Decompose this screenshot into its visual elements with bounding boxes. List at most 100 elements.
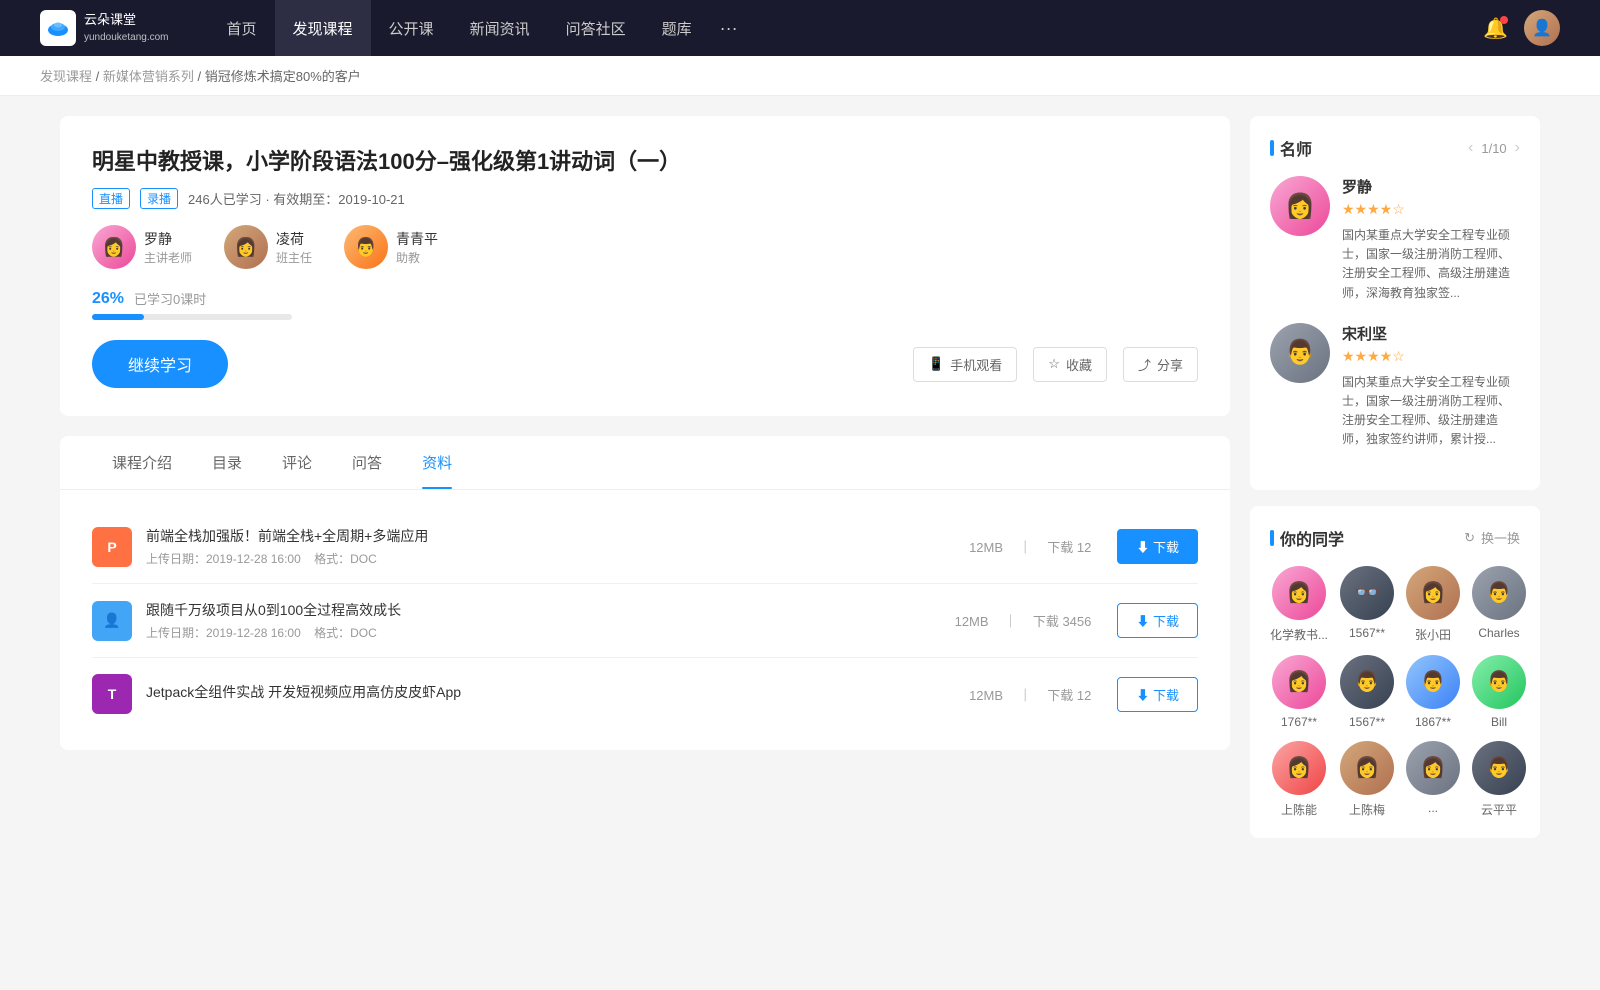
resource-stats-0: 12MB ｜ 下载 12 [963, 537, 1097, 556]
classmate-0: 👩 化学教书... [1270, 566, 1328, 643]
nav-item-qa[interactable]: 问答社区 [548, 0, 644, 56]
download-btn-1[interactable]: ⬇ 下载 [1117, 603, 1198, 638]
teacher-name-1: 凌荷 [276, 229, 312, 249]
resource-icon-2: T [92, 674, 132, 714]
classmate-avatar-11[interactable]: 👨 [1472, 741, 1526, 795]
classmate-2: 👩 张小田 [1406, 566, 1460, 643]
mobile-view-btn[interactable]: 📱 手机观看 [913, 347, 1017, 382]
nav-item-open[interactable]: 公开课 [371, 0, 452, 56]
bell-dot [1500, 16, 1508, 24]
download-btn-0[interactable]: ⬇ 下载 [1117, 529, 1198, 564]
tab-qa[interactable]: 问答 [332, 436, 402, 489]
teacher-avatar-2: 👨 [344, 225, 388, 269]
tabs-section: 课程介绍 目录 评论 问答 资料 P 前端全栈加强版！前端全栈+全周期+多端应用… [60, 436, 1230, 750]
badge-rec: 录播 [140, 188, 178, 209]
progress-pct: 26% [92, 290, 124, 308]
classmate-3: 👨 Charles [1472, 566, 1526, 643]
classmate-avatar-0[interactable]: 👩 [1272, 566, 1326, 620]
progress-desc: 已学习0课时 [134, 289, 206, 308]
resource-size-2: 12MB [969, 688, 1003, 703]
teacher-info-1: 凌荷 班主任 [276, 229, 312, 266]
continue-button[interactable]: 继续学习 [92, 340, 228, 388]
classmate-avatar-4[interactable]: 👩 [1272, 655, 1326, 709]
classmate-avatar-3[interactable]: 👨 [1472, 566, 1526, 620]
nav-right: 🔔 👤 [1483, 10, 1560, 46]
classmate-avatar-7[interactable]: 👨 [1472, 655, 1526, 709]
share-label: 分享 [1157, 355, 1183, 374]
course-title: 明星中教授课，小学阶段语法100分–强化级第1讲动词（一） [92, 144, 1198, 176]
classmate-name-8: 上陈能 [1281, 801, 1317, 818]
action-row: 继续学习 📱 手机观看 ☆ 收藏 ⤴ 分享 [92, 340, 1198, 388]
classmate-name-6: 1867** [1415, 715, 1451, 729]
classmate-avatar-1[interactable]: 👓 [1340, 566, 1394, 620]
resource-size-1: 12MB [955, 614, 989, 629]
classmate-1: 👓 1567** [1340, 566, 1394, 643]
resource-info-2: Jetpack全组件实战 开发短视频应用高仿皮皮虾App [146, 682, 963, 706]
download-btn-2[interactable]: ⬇ 下载 [1117, 677, 1198, 712]
breadcrumb-link-1[interactable]: 发现课程 [40, 69, 92, 84]
classmate-name-0: 化学教书... [1270, 626, 1328, 643]
resource-size-0: 12MB [969, 540, 1003, 555]
mobile-label: 手机观看 [950, 355, 1002, 374]
bell-icon[interactable]: 🔔 [1483, 16, 1508, 41]
nav-prev-icon[interactable]: ‹ [1468, 139, 1473, 157]
logo[interactable]: 云朵课堂yundouketang.com [40, 10, 169, 46]
share-btn[interactable]: ⤴ 分享 [1123, 347, 1198, 382]
nav-item-news[interactable]: 新闻资讯 [452, 0, 548, 56]
classmate-avatar-6[interactable]: 👨 [1406, 655, 1460, 709]
user-avatar[interactable]: 👤 [1524, 10, 1560, 46]
refresh-btn[interactable]: ↻ 换一换 [1464, 528, 1520, 547]
nav-item-home[interactable]: 首页 [209, 0, 275, 56]
nav-more[interactable]: ··· [710, 18, 748, 39]
tab-review[interactable]: 评论 [262, 436, 332, 489]
classmates-grid: 👩 化学教书... 👓 1567** 👩 张小田 [1270, 566, 1520, 818]
classmate-avatar-10[interactable]: 👩 [1406, 741, 1460, 795]
classmate-avatar-5[interactable]: 👨 [1340, 655, 1394, 709]
breadcrumb-current: 销冠修炼术搞定80%的客户 [205, 69, 361, 84]
classmates-panel: 你的同学 ↻ 换一换 👩 化学教书... 👓 1567** [1250, 506, 1540, 838]
sidebar-teacher-name-1: 宋利坚 [1342, 323, 1520, 344]
tab-toc[interactable]: 目录 [192, 436, 262, 489]
classmate-7: 👨 Bill [1472, 655, 1526, 729]
sidebar-teacher-name-0: 罗静 [1342, 176, 1520, 197]
classmate-avatar-8[interactable]: 👩 [1272, 741, 1326, 795]
teacher-avatar-0: 👩 [92, 225, 136, 269]
navbar: 云朵课堂yundouketang.com 首页 发现课程 公开课 新闻资讯 问答… [0, 0, 1600, 56]
left-content: 明星中教授课，小学阶段语法100分–强化级第1讲动词（一） 直播 录播 246人… [60, 116, 1230, 854]
teacher-0: 👩 罗静 主讲老师 [92, 225, 192, 269]
teacher-role-0: 主讲老师 [144, 249, 192, 266]
classmate-8: 👩 上陈能 [1270, 741, 1328, 818]
sidebar-teacher-stars-0: ★★★★☆ [1342, 201, 1520, 218]
collect-btn[interactable]: ☆ 收藏 [1033, 347, 1107, 382]
tab-intro[interactable]: 课程介绍 [92, 436, 192, 489]
logo-icon [40, 10, 76, 46]
panel-title-classmates: 你的同学 [1270, 526, 1344, 550]
breadcrumb: 发现课程 / 新媒体营销系列 / 销冠修炼术搞定80%的客户 [0, 56, 1600, 96]
tab-resources[interactable]: 资料 [402, 436, 472, 489]
classmate-name-10: ... [1428, 801, 1438, 815]
nav-next-icon[interactable]: › [1515, 139, 1520, 157]
collect-label: 收藏 [1066, 355, 1092, 374]
classmate-avatar-9[interactable]: 👩 [1340, 741, 1394, 795]
classmate-name-1: 1567** [1349, 626, 1385, 640]
nav-items: 首页 发现课程 公开课 新闻资讯 问答社区 题库 ··· [209, 0, 1484, 56]
progress-bar-bg [92, 314, 292, 320]
teacher-role-1: 班主任 [276, 249, 312, 266]
resource-date-0: 上传日期：2019-12-28 16:00 [146, 552, 301, 566]
teacher-info-0: 罗静 主讲老师 [144, 229, 192, 266]
resource-downloads-2: 下载 12 [1047, 688, 1091, 703]
resource-title-0: 前端全栈加强版！前端全栈+全周期+多端应用 [146, 526, 963, 546]
breadcrumb-link-2[interactable]: 新媒体营销系列 [103, 69, 194, 84]
panel-header-classmates: 你的同学 ↻ 换一换 [1270, 526, 1520, 550]
progress-label: 26% 已学习0课时 [92, 289, 1198, 308]
classmate-avatar-2[interactable]: 👩 [1406, 566, 1460, 620]
teacher-1: 👩 凌荷 班主任 [224, 225, 312, 269]
nav-item-bank[interactable]: 题库 [644, 0, 710, 56]
tabs-header: 课程介绍 目录 评论 问答 资料 [60, 436, 1230, 490]
share-icon: ⤴ [1138, 355, 1151, 374]
sidebar-teacher-desc-0: 国内某重点大学安全工程专业硕士，国家一级注册消防工程师、注册安全工程师、高级注册… [1342, 226, 1520, 303]
teacher-info-2: 青青平 助教 [396, 229, 438, 266]
teacher-name-2: 青青平 [396, 229, 438, 249]
nav-item-courses[interactable]: 发现课程 [275, 0, 371, 56]
teacher-role-2: 助教 [396, 249, 438, 266]
